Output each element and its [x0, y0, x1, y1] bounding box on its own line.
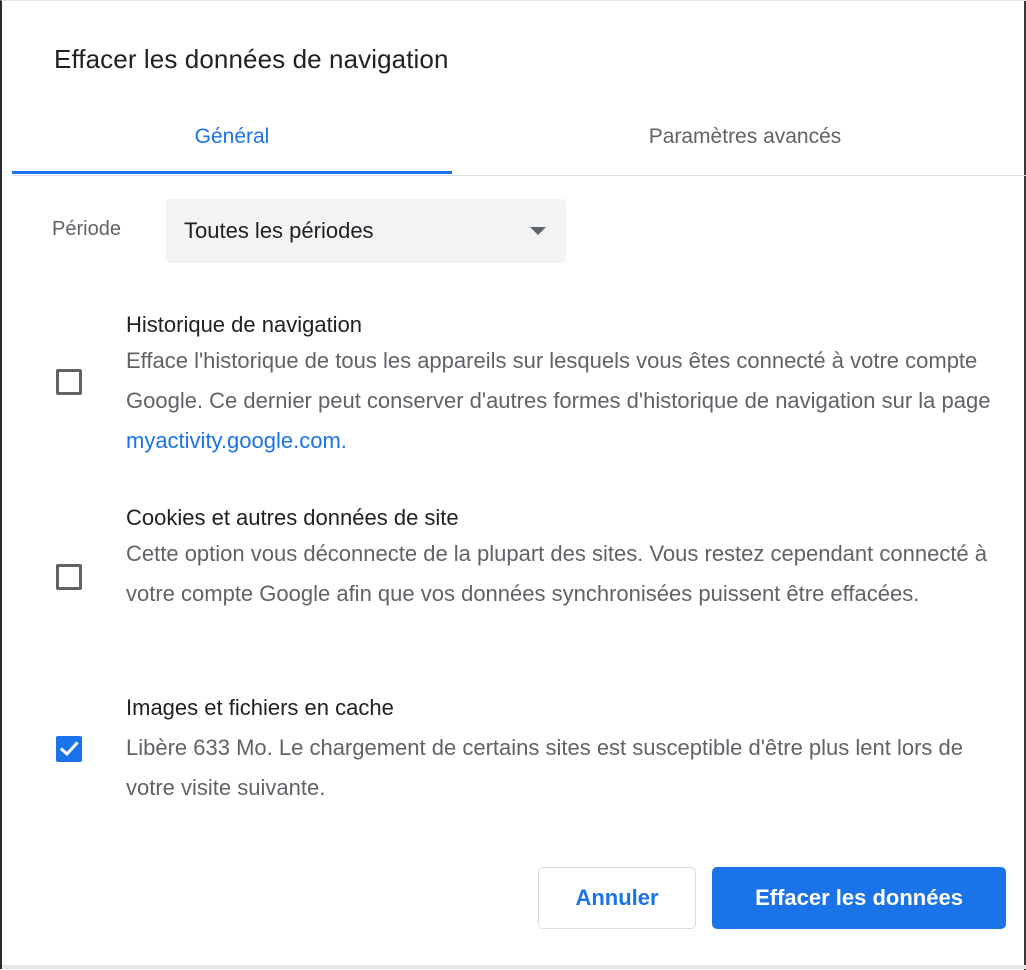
checkbox-cookies[interactable]: [56, 564, 82, 590]
cancel-button[interactable]: Annuler: [538, 867, 696, 929]
tab-general-label: Général: [194, 125, 270, 148]
tab-general[interactable]: Général: [12, 101, 452, 174]
clear-data-button[interactable]: Effacer les données: [712, 867, 1006, 929]
period-label: Période: [52, 218, 121, 240]
checkbox-browsing-history[interactable]: [56, 369, 82, 395]
option-description: Libère 633 Mo. Le chargement de certains…: [126, 735, 963, 800]
tab-bar: Général Paramètres avancés: [12, 101, 1026, 176]
period-select-value: Toutes les périodes: [184, 218, 374, 243]
tab-selected-indicator: [12, 171, 452, 174]
dropdown-arrow-icon: [530, 227, 546, 235]
option-description: Efface l'historique de tous les appareil…: [126, 341, 996, 461]
option-title: Images et fichiers en cache: [126, 695, 394, 720]
tab-advanced-label: Paramètres avancés: [648, 125, 842, 148]
clear-browsing-data-dialog: Effacer les données de navigation Généra…: [0, 0, 1026, 970]
myactivity-link[interactable]: myactivity.google.com.: [126, 428, 347, 453]
option-title: Historique de navigation: [126, 312, 363, 337]
tab-advanced[interactable]: Paramètres avancés: [510, 101, 980, 173]
checkmark-icon: [59, 741, 79, 757]
checkbox-cached-images[interactable]: [56, 736, 82, 762]
window-edge-bottom: [2, 965, 1026, 969]
option-title: Cookies et autres données de site: [126, 505, 459, 530]
option-description: Cette option vous déconnecte de la plupa…: [126, 541, 988, 606]
period-select[interactable]: Toutes les périodes: [166, 199, 566, 263]
option-description-text: Efface l'historique de tous les appareil…: [126, 348, 991, 413]
dialog-title: Effacer les données de navigation: [54, 44, 449, 74]
